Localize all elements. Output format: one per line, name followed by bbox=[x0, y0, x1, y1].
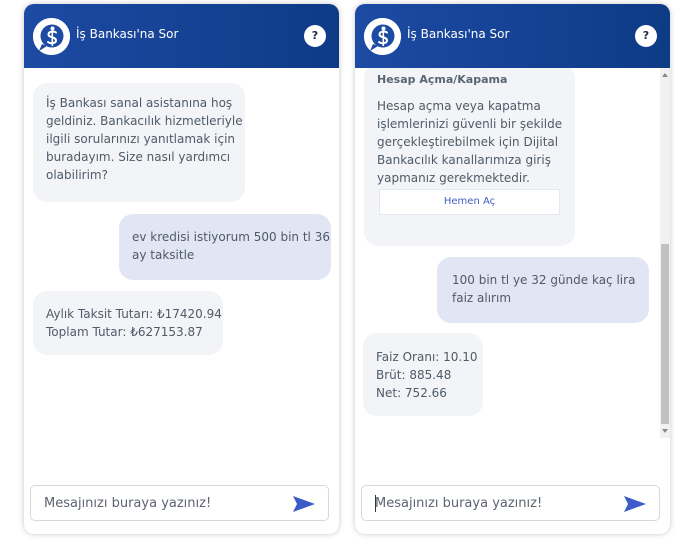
bot-message-loan-result: Aylık Taksit Tutarı: ₺17420.94 Toplam Tu… bbox=[33, 291, 223, 355]
user-message-loan: ev kredisi istiyorum 500 bin tl 36 ay ta… bbox=[119, 214, 331, 280]
card-title: Hesap Açma/Kapama bbox=[377, 73, 508, 86]
message-line: ev kredisi istiyorum 500 bin tl 36 bbox=[132, 230, 330, 244]
chat-window-right: İş Bankası'na Sor ? Hesap Açma/Kapama He… bbox=[355, 4, 670, 534]
bank-logo-icon bbox=[364, 18, 401, 55]
chat-header: İş Bankası'na Sor ? bbox=[24, 4, 339, 68]
message-line: Bankacılık kanallarımıza giriş bbox=[377, 153, 551, 167]
open-account-button[interactable]: Hemen Aç bbox=[379, 189, 560, 215]
message-list: İş Bankası sanal asistanına hoş geldiniz… bbox=[24, 68, 339, 474]
chat-window-left: İş Bankası'na Sor ? İş Bankası sanal asi… bbox=[24, 4, 339, 534]
message-line: yapmanız gerekmektedir. bbox=[377, 171, 530, 185]
user-message-interest: 100 bin tl ye 32 günde kaç lira faiz alı… bbox=[437, 257, 649, 323]
help-button[interactable]: ? bbox=[304, 25, 326, 47]
bot-message-interest-result: Faiz Oranı: 10.10 Brüt: 885.48 Net: 752.… bbox=[363, 333, 483, 416]
chat-title: İş Bankası'na Sor bbox=[76, 27, 179, 41]
send-button[interactable] bbox=[292, 495, 316, 513]
message-line: ilgili sorularınızı yanıtlamak için bbox=[46, 132, 236, 146]
bot-message-welcome: İş Bankası sanal asistanına hoş geldiniz… bbox=[33, 83, 245, 202]
message-line: Faiz Oranı: 10.10 bbox=[376, 350, 478, 364]
message-line: geldiniz. Bankacılık hizmetleriyle bbox=[46, 114, 243, 128]
message-composer bbox=[30, 485, 329, 521]
send-button[interactable] bbox=[623, 495, 647, 513]
message-line: Brüt: 885.48 bbox=[376, 368, 452, 382]
chat-title: İş Bankası'na Sor bbox=[407, 27, 510, 41]
send-icon bbox=[293, 496, 315, 512]
bot-card-account: Hesap Açma/Kapama Hesap açma veya kapatm… bbox=[364, 68, 575, 246]
help-button[interactable]: ? bbox=[635, 25, 657, 47]
bank-logo-icon bbox=[33, 18, 70, 55]
message-line: İş Bankası sanal asistanına hoş bbox=[46, 96, 233, 110]
message-line: faiz alırım bbox=[452, 291, 512, 305]
scroll-down-arrow-icon[interactable] bbox=[662, 429, 668, 433]
message-line: buradayım. Size nasıl yardımcı bbox=[46, 150, 231, 164]
message-line: 100 bin tl ye 32 günde kaç lira bbox=[452, 273, 636, 287]
message-line: Toplam Tutar: ₺627153.87 bbox=[46, 325, 203, 339]
send-icon bbox=[624, 496, 646, 512]
scrollbar[interactable] bbox=[660, 68, 670, 438]
message-line: işlemlerinizi güvenli bir şekilde bbox=[377, 117, 563, 131]
message-line: Aylık Taksit Tutarı: ₺17420.94 bbox=[46, 307, 222, 321]
message-line: Net: 752.66 bbox=[376, 386, 447, 400]
message-input[interactable] bbox=[44, 494, 284, 514]
message-line: olabilirim? bbox=[46, 168, 108, 182]
message-line: ay taksitle bbox=[132, 248, 195, 262]
message-line: gerçekleştirebilmek için Dijital bbox=[377, 135, 559, 149]
message-composer bbox=[361, 485, 660, 521]
chat-header: İş Bankası'na Sor ? bbox=[355, 4, 670, 68]
scrollbar-thumb[interactable] bbox=[661, 244, 669, 424]
scroll-up-arrow-icon[interactable] bbox=[662, 73, 668, 77]
message-line: Hesap açma veya kapatma bbox=[377, 99, 541, 113]
message-input[interactable] bbox=[375, 494, 615, 514]
text-cursor bbox=[375, 495, 376, 512]
message-list: Hesap Açma/Kapama Hesap açma veya kapatm… bbox=[355, 68, 670, 474]
